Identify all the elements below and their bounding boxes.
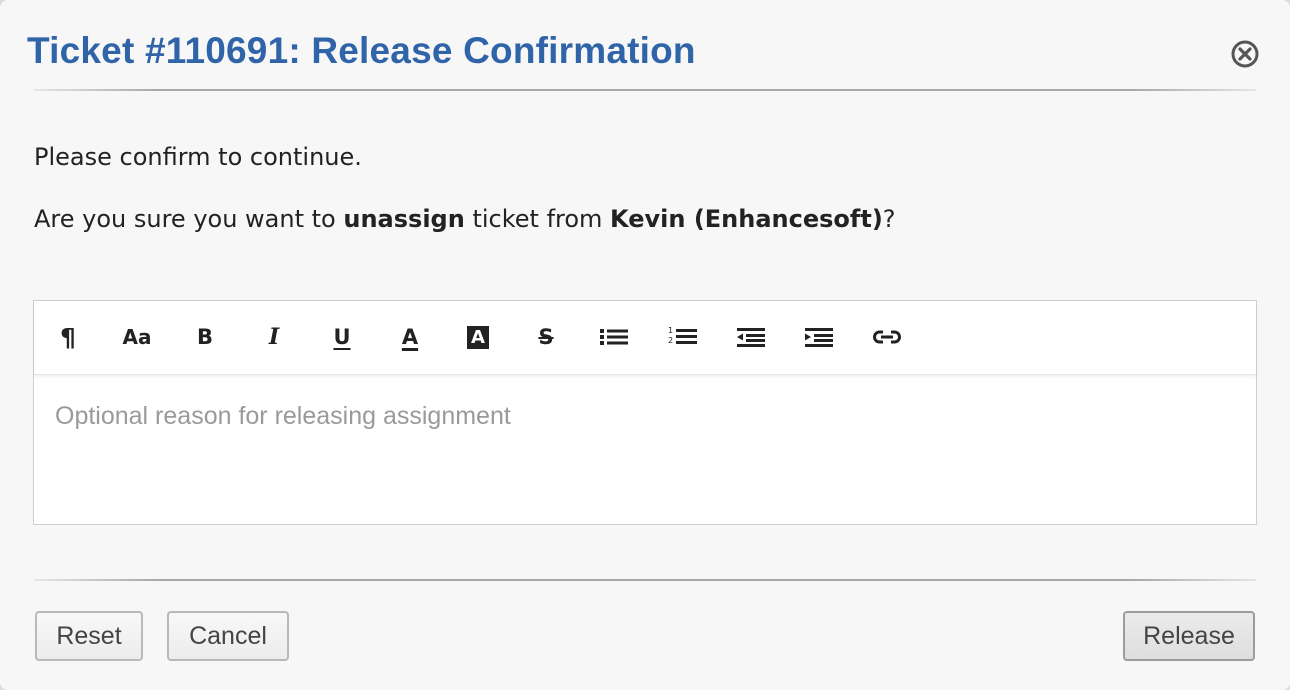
unordered-list-icon[interactable] — [596, 319, 632, 355]
cancel-button[interactable]: Cancel — [167, 611, 289, 661]
dialog-title: Ticket #110691: Release Confirmation — [27, 30, 696, 71]
font-size-icon[interactable]: Aa — [119, 319, 155, 355]
underline-icon-glyph: U — [333, 325, 351, 349]
highlight-icon[interactable]: A — [460, 319, 496, 355]
italic-icon-glyph: I — [268, 324, 280, 350]
paragraph-icon-glyph: ¶ — [60, 322, 76, 352]
bold-icon-glyph: B — [196, 325, 213, 349]
svg-text:1: 1 — [668, 326, 673, 335]
outdent-icon[interactable] — [733, 319, 769, 355]
bold-icon[interactable]: B — [187, 319, 223, 355]
svg-text:2: 2 — [668, 336, 673, 345]
header-divider — [34, 89, 1256, 91]
confirm-prompt: Please confirm to continue. — [34, 143, 362, 171]
font-color-icon[interactable]: A — [392, 319, 428, 355]
release-confirmation-dialog: Ticket #110691: Release Confirmation Ple… — [0, 0, 1290, 690]
font-size-icon-glyph: Aa — [122, 325, 152, 349]
question-middle: ticket from — [464, 205, 611, 233]
link-icon[interactable] — [869, 319, 905, 355]
strikethrough-icon[interactable]: S — [528, 319, 564, 355]
release-reason-input[interactable] — [34, 376, 1256, 524]
close-icon[interactable] — [1230, 39, 1260, 69]
question-suffix: ? — [882, 205, 896, 233]
paragraph-icon[interactable]: ¶ — [50, 319, 86, 355]
confirm-question: Are you sure you want to unassign ticket… — [34, 205, 896, 233]
editor-toolbar: ¶ Aa B I U A A S 1 2 — [34, 301, 1256, 375]
footer-divider — [34, 579, 1256, 581]
font-color-icon-glyph: A — [401, 325, 419, 349]
italic-icon[interactable]: I — [256, 319, 292, 355]
underline-icon[interactable]: U — [324, 319, 360, 355]
question-action: unassign — [343, 205, 465, 233]
indent-icon[interactable] — [801, 319, 837, 355]
reset-button[interactable]: Reset — [35, 611, 143, 661]
question-user: Kevin (Enhancesoft) — [610, 205, 883, 233]
highlight-icon-glyph: A — [467, 325, 489, 349]
rich-text-editor: ¶ Aa B I U A A S 1 2 Optional reason for… — [33, 300, 1257, 525]
strikethrough-icon-glyph: S — [538, 325, 554, 349]
release-button[interactable]: Release — [1123, 611, 1255, 661]
question-prefix: Are you sure you want to — [34, 205, 344, 233]
ordered-list-icon[interactable]: 1 2 — [665, 319, 701, 355]
